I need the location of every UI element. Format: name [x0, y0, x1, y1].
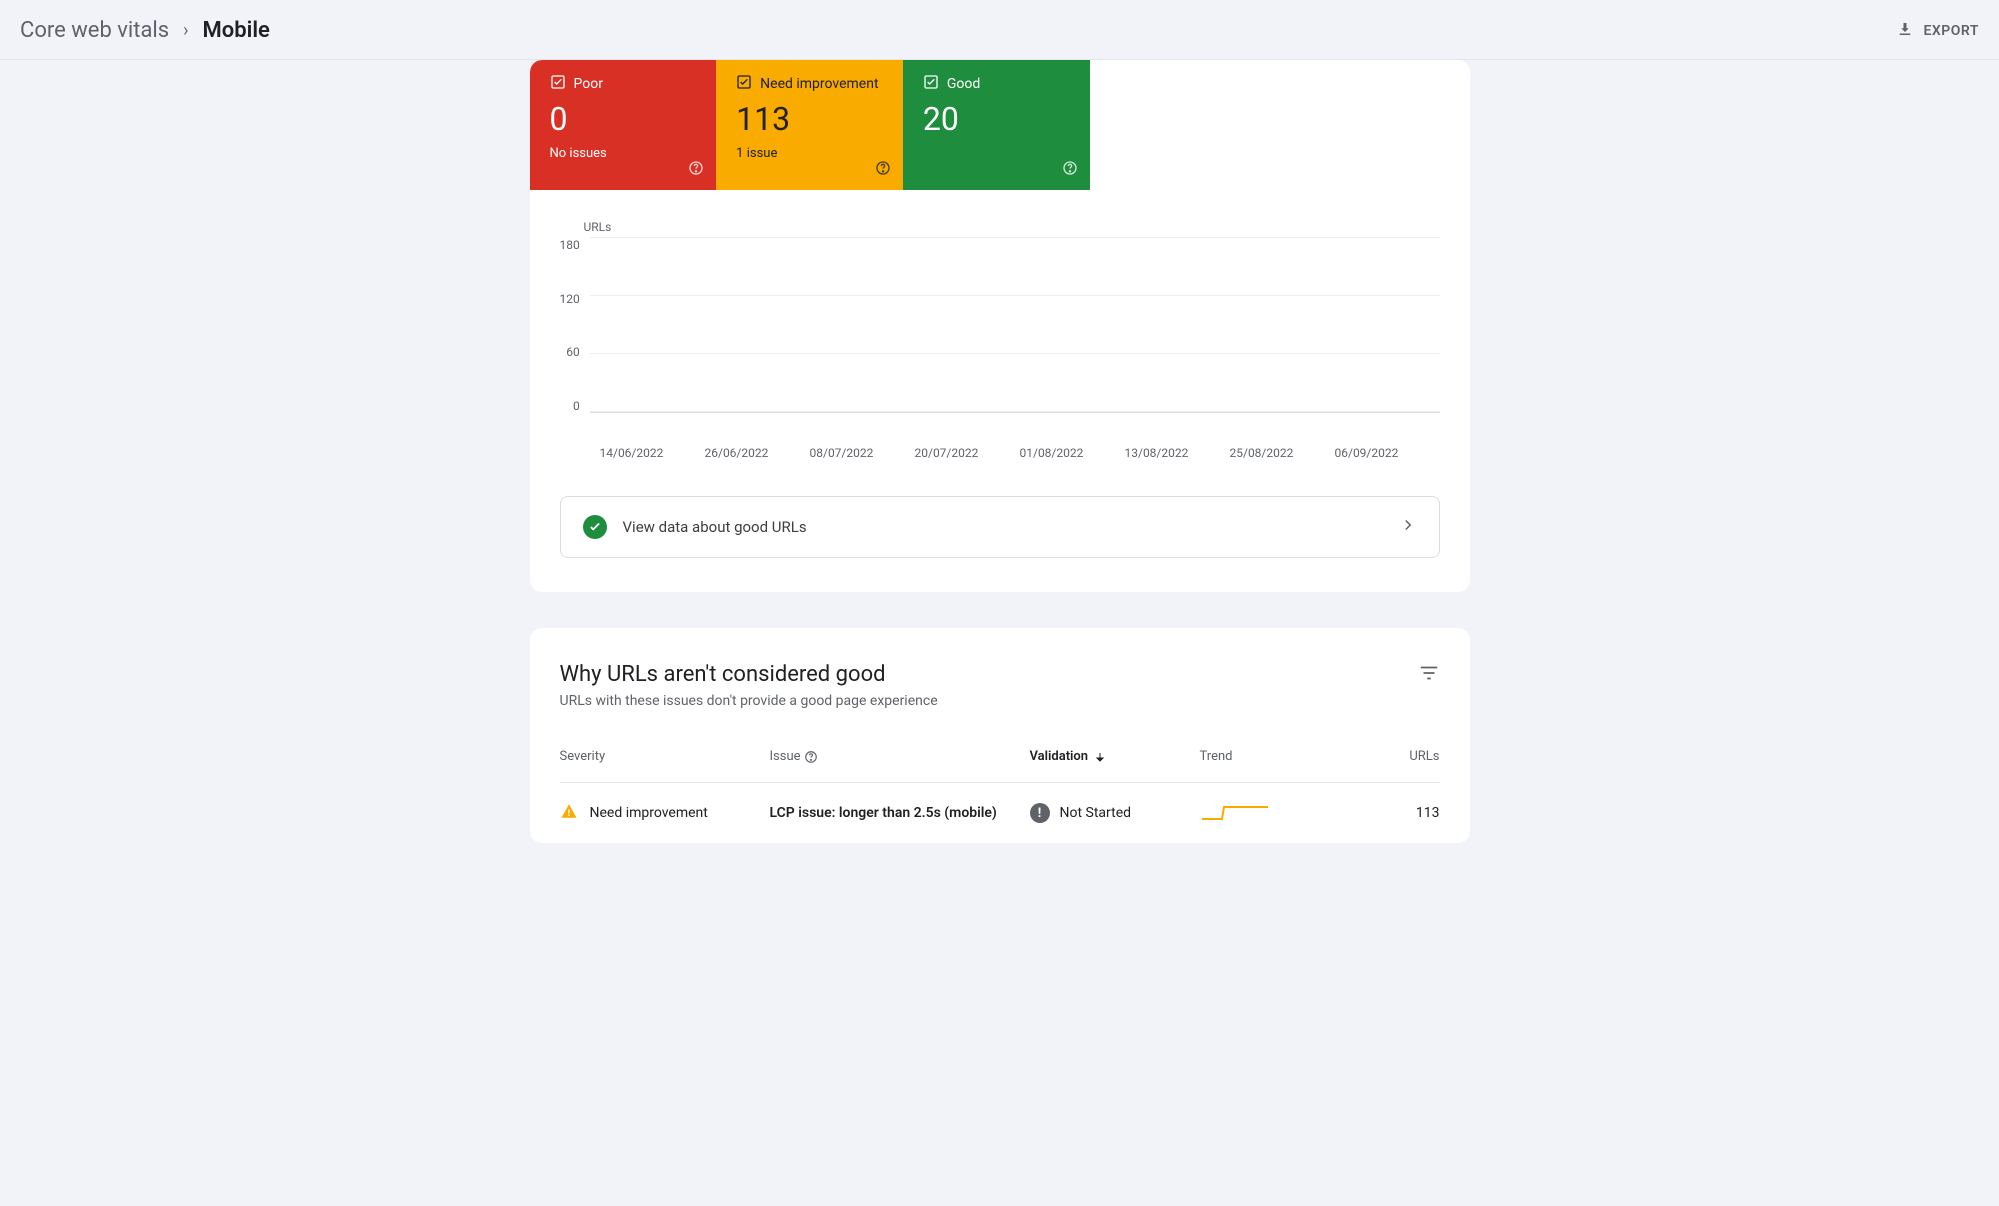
chart-y-axis: 180120600 [560, 238, 590, 413]
help-icon[interactable] [688, 160, 704, 180]
col-validation[interactable]: Validation [1030, 749, 1190, 764]
tile-good[interactable]: Good 20 [903, 60, 1090, 190]
view-good-urls-link[interactable]: View data about good URLs [560, 496, 1440, 558]
validation-status: Not Started [1060, 805, 1132, 821]
chart-x-axis: 14/06/202226/06/202208/07/202220/07/2022… [600, 446, 1440, 460]
col-trend[interactable]: Trend [1200, 749, 1350, 764]
tile-need-count: 113 [736, 100, 883, 138]
tile-poor-label: Poor [574, 76, 603, 92]
breadcrumb: Core web vitals › Mobile [20, 18, 270, 43]
help-icon[interactable] [1062, 160, 1078, 180]
breadcrumb-root[interactable]: Core web vitals [20, 18, 169, 43]
exclamation-circle-icon: ! [1030, 803, 1050, 823]
col-urls[interactable]: URLs [1360, 749, 1440, 764]
tile-need-improvement[interactable]: Need improvement 113 1 issue [716, 60, 903, 190]
help-icon[interactable] [875, 160, 891, 180]
issues-title: Why URLs aren't considered good [560, 662, 938, 687]
trend-sparkline [1200, 801, 1350, 825]
tile-good-count: 20 [923, 100, 1070, 138]
download-icon [1896, 20, 1914, 42]
issues-table: Severity Issue Validation Trend URLs Nee… [560, 749, 1440, 843]
urls-chart: URLs 180120600 14/06/202226/06/202208/07… [530, 190, 1470, 470]
info-icon[interactable] [804, 749, 818, 764]
tile-poor-count: 0 [550, 100, 697, 138]
breadcrumb-current: Mobile [203, 18, 270, 43]
chevron-right-icon [1399, 516, 1417, 538]
severity-label: Need improvement [590, 805, 708, 821]
chart-ylabel: URLs [584, 220, 1440, 234]
check-circle-icon [583, 515, 607, 539]
warning-triangle-icon [560, 802, 578, 824]
tile-need-label: Need improvement [760, 76, 878, 92]
chevron-right-icon: › [183, 20, 188, 41]
issue-row[interactable]: Need improvement LCP issue: longer than … [560, 782, 1440, 843]
chart-plot [590, 238, 1440, 413]
checkbox-icon [923, 74, 939, 94]
tile-need-sub: 1 issue [736, 146, 883, 161]
col-severity[interactable]: Severity [560, 749, 760, 764]
issue-url-count: 113 [1360, 805, 1440, 821]
view-good-urls-label: View data about good URLs [623, 518, 807, 536]
filter-button[interactable] [1418, 662, 1440, 688]
export-label: EXPORT [1924, 23, 1979, 39]
col-issue[interactable]: Issue [770, 749, 1020, 764]
export-button[interactable]: EXPORT [1896, 20, 1979, 42]
checkbox-icon [550, 74, 566, 94]
issue-name: LCP issue: longer than 2.5s (mobile) [770, 805, 1020, 821]
tile-good-label: Good [947, 76, 980, 92]
tile-poor-sub: No issues [550, 146, 697, 161]
tile-poor[interactable]: Poor 0 No issues [530, 60, 717, 190]
issues-subtitle: URLs with these issues don't provide a g… [560, 693, 938, 709]
checkbox-icon [736, 74, 752, 94]
